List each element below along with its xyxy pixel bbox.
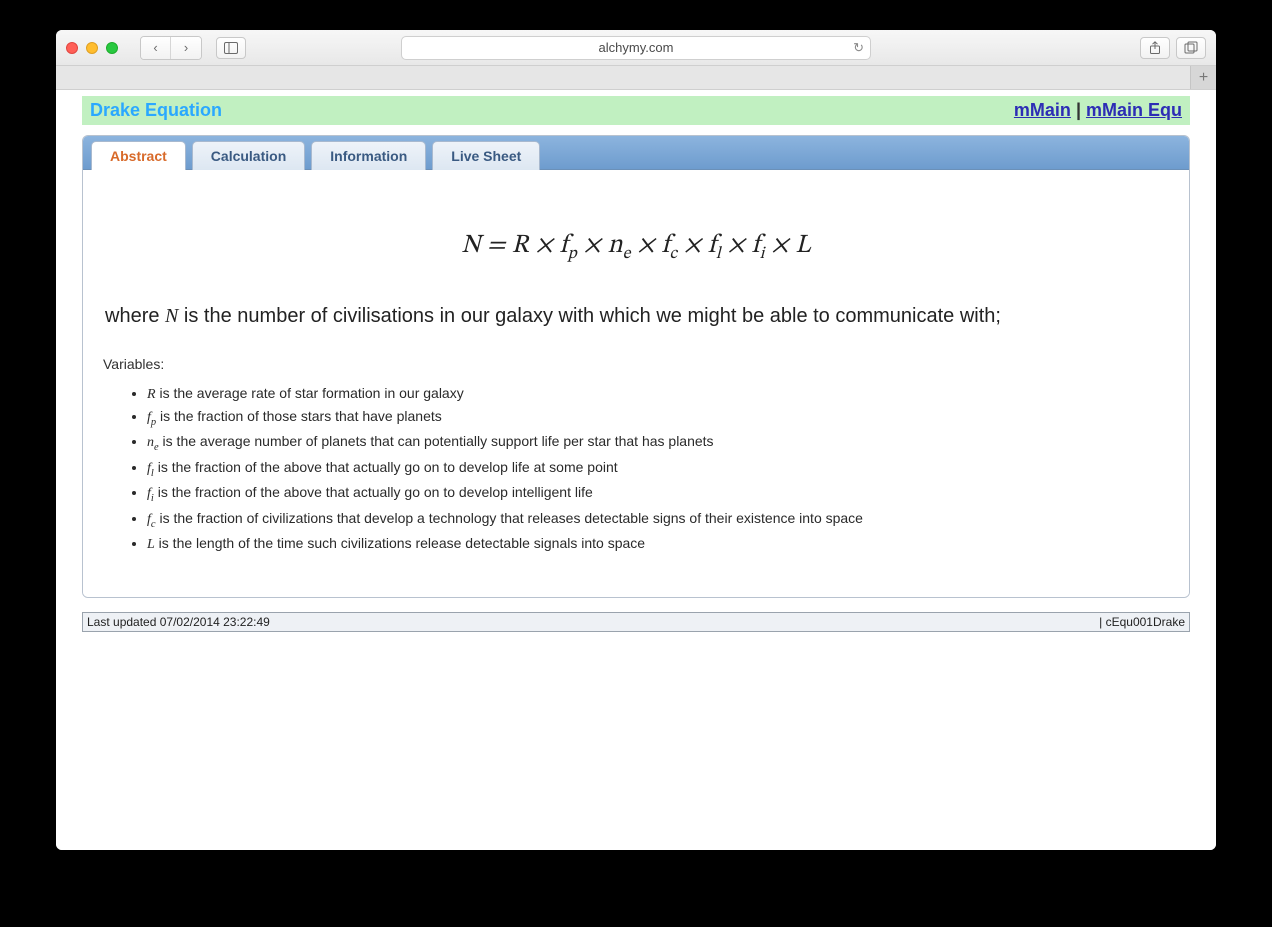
sidebar-icon	[224, 42, 238, 54]
new-tab-button[interactable]: +	[1190, 66, 1216, 89]
tab-information[interactable]: Information	[311, 141, 426, 170]
reload-icon[interactable]: ↻	[853, 40, 864, 56]
minimize-window-button[interactable]	[86, 42, 98, 54]
footer-id: | cEqu001Drake	[1099, 615, 1185, 629]
where-rest: is the number of civilisations in our ga…	[178, 305, 1001, 327]
variable-item: fl is the fraction of the above that act…	[147, 458, 1169, 481]
variable-item: R is the average rate of star formation …	[147, 384, 1169, 405]
variable-item: fp is the fraction of those stars that h…	[147, 407, 1169, 430]
tab-live-sheet[interactable]: Live Sheet	[432, 141, 540, 170]
link-separator: |	[1076, 100, 1086, 120]
toolbar-right	[1140, 37, 1206, 59]
back-button[interactable]: ‹	[141, 37, 171, 59]
drake-equation: N = R × fp × ne × fc × fl × fi × L	[103, 230, 1169, 265]
address-text: alchymy.com	[599, 40, 674, 55]
panel-body: N = R × fp × ne × fc × fl × fi × L where…	[83, 170, 1189, 597]
link-mmain[interactable]: mMain	[1014, 100, 1071, 120]
where-text: where N is the number of civilisations i…	[105, 305, 1167, 328]
sidebar-toggle-button[interactable]	[216, 37, 246, 59]
footer-updated: Last updated 07/02/2014 23:22:49	[87, 615, 270, 629]
window-controls	[66, 42, 118, 54]
nav-buttons: ‹ ›	[140, 36, 202, 60]
link-mmain-equ[interactable]: mMain Equ	[1086, 100, 1182, 120]
titlebar: ‹ › alchymy.com ↻	[56, 30, 1216, 66]
page-footer: Last updated 07/02/2014 23:22:49 | cEqu0…	[82, 612, 1190, 632]
where-symbol: N	[165, 305, 178, 327]
variable-item: fi is the fraction of the above that act…	[147, 483, 1169, 506]
variable-item: fc is the fraction of civilizations that…	[147, 509, 1169, 532]
tab-abstract[interactable]: Abstract	[91, 141, 186, 170]
browser-window: ‹ › alchymy.com ↻	[56, 30, 1216, 850]
tabs-button[interactable]	[1176, 37, 1206, 59]
page-content: Drake Equation mMain | mMain Equ Abstrac…	[56, 90, 1216, 850]
tab-bar: AbstractCalculationInformationLive Sheet	[83, 136, 1189, 170]
page-title: Drake Equation	[90, 100, 222, 121]
variables-list: R is the average rate of star formation …	[103, 384, 1169, 555]
tab-calculation[interactable]: Calculation	[192, 141, 305, 170]
tab-strip: +	[56, 66, 1216, 90]
variables-label: Variables:	[103, 356, 1169, 372]
content-panel: AbstractCalculationInformationLive Sheet…	[82, 135, 1190, 598]
variable-item: L is the length of the time such civiliz…	[147, 534, 1169, 555]
page-header: Drake Equation mMain | mMain Equ	[82, 96, 1190, 125]
variable-item: ne is the average number of planets that…	[147, 432, 1169, 455]
where-prefix: where	[105, 305, 165, 327]
zoom-window-button[interactable]	[106, 42, 118, 54]
share-button[interactable]	[1140, 37, 1170, 59]
tabs-icon	[1184, 41, 1198, 55]
address-bar[interactable]: alchymy.com ↻	[401, 36, 871, 60]
close-window-button[interactable]	[66, 42, 78, 54]
forward-button[interactable]: ›	[171, 37, 201, 59]
share-icon	[1148, 41, 1162, 55]
header-links: mMain | mMain Equ	[1014, 100, 1182, 121]
